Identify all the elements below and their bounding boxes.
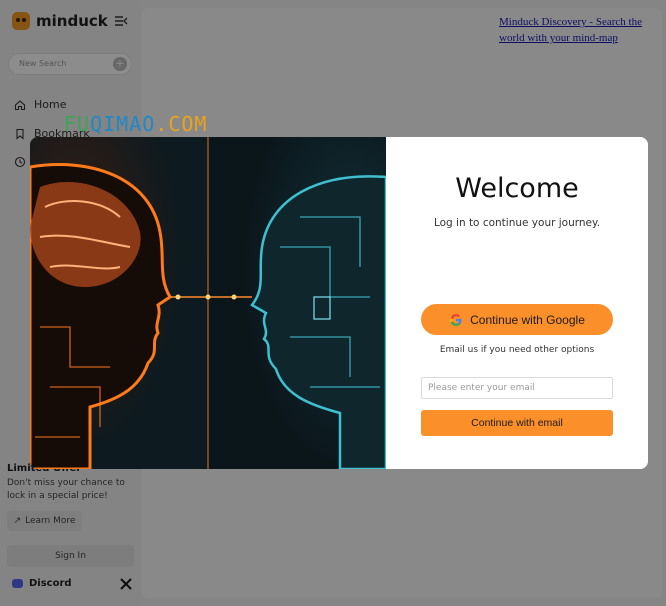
brain-circuit-illustration [30,137,386,469]
login-modal: Welcome Log in to continue your journey.… [30,137,648,469]
login-panel: Welcome Log in to continue your journey.… [386,137,648,469]
google-button-label: Continue with Google [470,312,585,327]
email-field[interactable] [421,377,613,399]
email-hint: Email us if you need other options [439,345,595,355]
welcome-title: Welcome [455,173,579,204]
watermark: FUQIMAO.COM [64,112,208,136]
continue-with-email-button[interactable]: Continue with email [421,410,613,436]
google-icon [450,313,462,326]
continue-with-google-button[interactable]: Continue with Google [421,304,613,335]
welcome-subtitle: Log in to continue your journey. [433,217,601,229]
